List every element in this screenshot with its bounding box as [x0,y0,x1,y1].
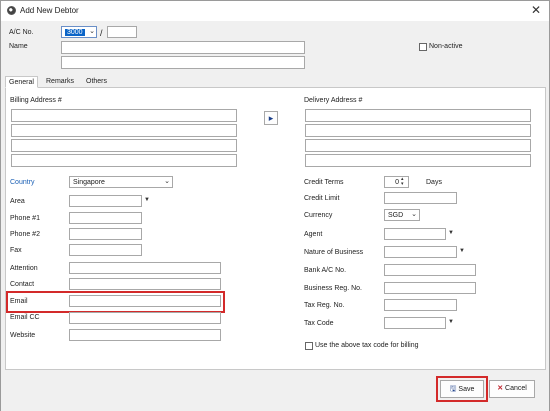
tab-general[interactable]: General [5,76,38,88]
website-label: Website [10,332,36,339]
delivery-address-line4[interactable] [305,154,531,167]
delivery-address-line2[interactable] [305,124,531,137]
ac-no-separator: / [100,28,103,38]
cancel-x-icon: ✕ [497,385,504,392]
email-cc-label: Email CC [10,314,40,321]
app-icon [7,6,16,15]
currency-value: SGD [388,212,404,219]
currency-label: Currency [304,212,333,219]
tax-reg-input[interactable] [384,299,457,311]
dropdown-arrow-icon[interactable]: ▼ [446,228,456,240]
bank-account-label: Bank A/C No. [304,267,347,274]
country-label: Country [10,179,35,186]
billing-address-line4[interactable] [11,154,237,167]
credit-terms-spinner[interactable]: 0 [384,176,409,188]
chevron-down-icon[interactable]: ⌄ [162,176,172,188]
ac-no-label: A/C No. [9,29,34,36]
billing-address-label: Billing Address # [10,97,62,104]
country-value: Singapore [73,179,105,186]
contact-label: Contact [10,281,35,288]
ac-no-suffix-input[interactable] [107,26,137,38]
delivery-address-label: Delivery Address # [304,97,363,104]
credit-limit-input[interactable] [384,192,457,204]
area-label: Area [10,198,25,205]
phone1-label: Phone #1 [10,215,40,222]
spinner-arrows-icon[interactable]: ▴ ▾ [401,177,404,187]
billing-address-line2[interactable] [11,124,237,137]
use-tax-code-checkbox[interactable] [305,342,313,350]
attention-label: Attention [10,265,38,272]
country-combo[interactable]: Singapore [69,176,173,188]
billing-address-line3[interactable] [11,139,237,152]
fax-label: Fax [10,247,22,254]
phone1-input[interactable] [69,212,142,224]
fax-input[interactable] [69,244,142,256]
copy-address-button[interactable]: ▸ [264,111,278,125]
phone2-input[interactable] [69,228,142,240]
nature-of-business-label: Nature of Business [304,249,364,256]
tab-others[interactable]: Others [83,76,110,88]
area-combo[interactable] [69,195,142,207]
dropdown-arrow-icon[interactable]: ▼ [457,246,467,258]
title-bar: Add New Debtor ✕ [1,1,549,21]
credit-terms-label: Credit Terms [304,179,344,186]
close-icon[interactable]: ✕ [531,3,541,17]
ac-no-value: 3000 [65,29,85,36]
use-tax-code-label: Use the above tax code for billing [315,342,419,349]
attention-input[interactable] [69,262,221,274]
bank-account-input[interactable] [384,264,476,276]
tax-reg-label: Tax Reg. No. [304,302,345,309]
name-label: Name [9,43,28,50]
email-cc-input[interactable] [69,312,221,324]
business-reg-label: Business Reg. No. [304,285,362,292]
agent-combo[interactable] [384,228,446,240]
tab-remarks[interactable]: Remarks [43,76,77,88]
credit-limit-label: Credit Limit [304,195,340,202]
non-active-label: Non-active [429,43,463,50]
billing-address-line1[interactable] [11,109,237,122]
phone2-label: Phone #2 [10,231,40,238]
window-title: Add New Debtor [20,6,79,15]
chevron-down-icon[interactable]: ⌄ [87,26,97,38]
delivery-address-line3[interactable] [305,139,531,152]
credit-terms-value: 0 [395,179,399,186]
name-input-line2[interactable] [61,56,305,69]
chevron-down-icon[interactable]: ⌄ [409,209,419,221]
contact-input[interactable] [69,278,221,290]
delivery-address-line1[interactable] [305,109,531,122]
cancel-button-label: Cancel [505,385,527,392]
name-input-line1[interactable] [61,41,305,54]
agent-label: Agent [304,231,323,238]
dropdown-arrow-icon[interactable]: ▼ [142,195,152,207]
tax-code-combo[interactable] [384,317,446,329]
dropdown-arrow-icon[interactable]: ▼ [446,317,456,329]
cancel-button[interactable]: ✕ Cancel [489,380,535,398]
non-active-checkbox[interactable] [419,43,427,51]
nature-of-business-combo[interactable] [384,246,457,258]
add-new-debtor-window: Add New Debtor ✕ A/C No. 3000 ⌄ / Name N… [0,0,550,411]
business-reg-input[interactable] [384,282,476,294]
email-highlight-box [6,291,225,313]
tax-code-label: Tax Code [304,320,334,327]
save-highlight-box [436,376,488,402]
days-label: Days [426,179,442,186]
website-input[interactable] [69,329,221,341]
